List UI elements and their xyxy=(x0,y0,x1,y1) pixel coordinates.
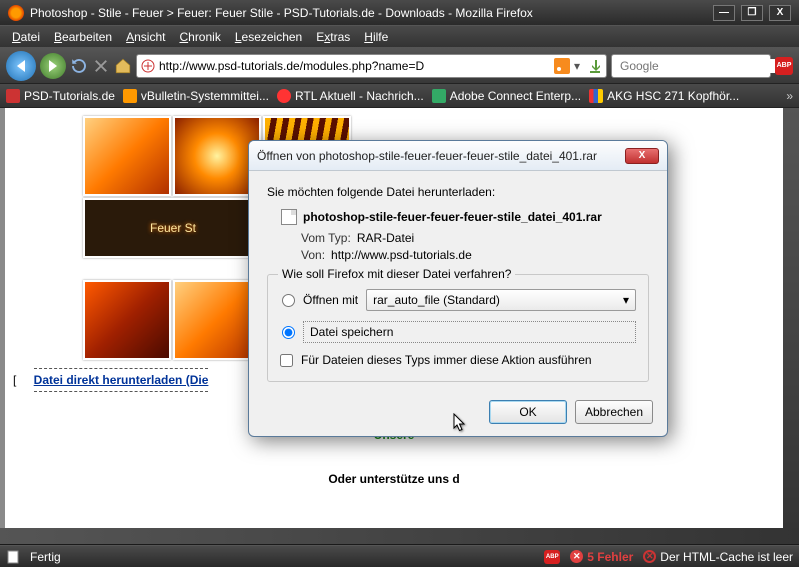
bookmark-vbulletin[interactable]: vBulletin-Systemmittei... xyxy=(123,89,269,103)
url-input[interactable] xyxy=(159,59,550,73)
cache-x-icon: ✕ xyxy=(643,550,656,563)
download-link[interactable]: Datei direkt herunterladen (Die xyxy=(34,368,209,392)
back-button[interactable] xyxy=(6,51,36,81)
search-input[interactable] xyxy=(620,59,775,73)
status-errors[interactable]: ✕5 Fehler xyxy=(570,550,633,564)
window-title: Photoshop - Stile - Feuer > Feuer: Feuer… xyxy=(30,6,713,20)
horizontal-scrollbar[interactable] xyxy=(0,528,799,544)
type-value: RAR-Datei xyxy=(357,231,414,245)
save-file-radio[interactable] xyxy=(282,326,295,339)
bookmark-rtl[interactable]: RTL Aktuell - Nachrich... xyxy=(277,89,424,103)
from-value: http://www.psd-tutorials.de xyxy=(331,248,472,262)
maximize-button[interactable]: ❐ xyxy=(741,5,763,21)
status-page-icon xyxy=(6,550,20,564)
always-checkbox[interactable] xyxy=(280,354,293,367)
forward-button[interactable] xyxy=(40,53,66,79)
dialog-intro: Sie möchten folgende Datei herunterladen… xyxy=(267,185,649,199)
cancel-button[interactable]: Abbrechen xyxy=(575,400,653,424)
status-cache[interactable]: ✕Der HTML-Cache ist leer xyxy=(643,550,793,564)
action-groupbox: Wie soll Firefox mit dieser Datei verfah… xyxy=(267,274,649,382)
download-arrow-icon[interactable] xyxy=(588,59,602,73)
download-dialog: Öffnen von photoshop-stile-feuer-feuer-f… xyxy=(248,140,668,437)
stop-icon[interactable] xyxy=(92,57,110,75)
bookmark-psd[interactable]: PSD-Tutorials.de xyxy=(6,89,115,103)
firefox-icon xyxy=(8,5,24,21)
always-label: Für Dateien dieses Typs immer diese Akti… xyxy=(301,353,592,367)
reload-icon[interactable] xyxy=(70,57,88,75)
menu-bar: Datei Bearbeiten Ansicht Chronik Lesezei… xyxy=(0,26,799,48)
dialog-filename: photoshop-stile-feuer-feuer-feuer-stile_… xyxy=(303,210,602,224)
dialog-close-button[interactable]: X xyxy=(625,148,659,164)
site-icon xyxy=(141,59,155,73)
dialog-titlebar[interactable]: Öffnen von photoshop-stile-feuer-feuer-f… xyxy=(249,141,667,171)
bookmark-overflow[interactable]: » xyxy=(786,89,793,103)
adblock-icon[interactable]: ABP xyxy=(775,57,793,75)
file-icon xyxy=(281,209,297,225)
menu-ansicht[interactable]: Ansicht xyxy=(120,28,171,46)
type-label: Vom Typ: xyxy=(301,231,351,245)
thumbnail[interactable] xyxy=(83,280,171,360)
menu-chronik[interactable]: Chronik xyxy=(173,28,226,46)
menu-bearbeiten[interactable]: Bearbeiten xyxy=(48,28,118,46)
window-titlebar: Photoshop - Stile - Feuer > Feuer: Feuer… xyxy=(0,0,799,26)
url-dropdown[interactable]: ▾ xyxy=(574,59,584,73)
rss-icon[interactable] xyxy=(554,58,570,74)
vertical-scrollbar[interactable] xyxy=(783,108,799,544)
bookmark-adobe[interactable]: Adobe Connect Enterp... xyxy=(432,89,581,103)
menu-lesezeichen[interactable]: Lesezeichen xyxy=(229,28,308,46)
status-abp-icon[interactable]: ABP xyxy=(544,550,560,564)
open-with-label: Öffnen mit xyxy=(303,293,358,307)
dialog-title: Öffnen von photoshop-stile-feuer-feuer-f… xyxy=(257,149,625,163)
search-bar[interactable] xyxy=(611,54,771,78)
status-ready: Fertig xyxy=(30,550,61,564)
nav-toolbar: ▾ ABP xyxy=(0,48,799,84)
feuer-title-thumb[interactable]: Feuer St xyxy=(83,198,263,258)
menu-datei[interactable]: Datei xyxy=(6,28,46,46)
thumbnail[interactable] xyxy=(83,116,171,196)
open-with-combo[interactable]: rar_auto_file (Standard)▾ xyxy=(366,289,636,311)
error-icon: ✕ xyxy=(570,550,583,563)
ok-button[interactable]: OK xyxy=(489,400,567,424)
menu-hilfe[interactable]: Hilfe xyxy=(358,28,394,46)
minimize-button[interactable]: — xyxy=(713,5,735,21)
home-icon[interactable] xyxy=(114,57,132,75)
status-bar: Fertig ABP ✕5 Fehler ✕Der HTML-Cache ist… xyxy=(0,545,799,567)
bookmark-toolbar: PSD-Tutorials.de vBulletin-Systemmittei.… xyxy=(0,84,799,108)
save-file-label: Datei speichern xyxy=(310,325,393,339)
bookmark-akg[interactable]: AKG HSC 271 Kopfhör... xyxy=(589,89,739,103)
url-bar[interactable]: ▾ xyxy=(136,54,607,78)
menu-extras[interactable]: Extras xyxy=(310,28,356,46)
open-with-radio[interactable] xyxy=(282,294,295,307)
groupbox-legend: Wie soll Firefox mit dieser Datei verfah… xyxy=(278,267,515,281)
close-button[interactable]: X xyxy=(769,5,791,21)
from-label: Von: xyxy=(301,248,325,262)
support-text: Oder unterstütze uns d xyxy=(13,472,775,486)
